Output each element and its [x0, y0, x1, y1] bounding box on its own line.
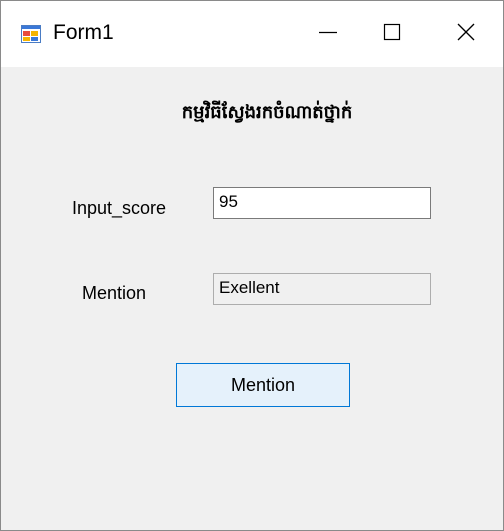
winforms-app-icon [21, 25, 41, 43]
form-client-area: កម្មវិធីស្វែងរកចំណាត់ថ្នាក់ Input_score … [1, 67, 503, 530]
maximize-button[interactable] [357, 1, 427, 67]
form-heading: កម្មវិធីស្វែងរកចំណាត់ថ្នាក់ [181, 102, 353, 123]
minimize-icon [318, 22, 338, 46]
score-input[interactable]: 95 [213, 187, 431, 219]
close-button[interactable] [431, 1, 501, 67]
close-icon [456, 22, 476, 46]
minimize-button[interactable] [293, 1, 363, 67]
maximize-icon [382, 22, 402, 46]
mention-button[interactable]: Mention [176, 363, 350, 407]
mention-label: Mention [82, 283, 147, 303]
input-score-label: Input_score [72, 198, 167, 218]
window-title: Form1 [53, 21, 114, 44]
form1-window: Form1 កម្មវិធីស្វែងរកចំណាត់ថ្នាក់ Input_… [0, 0, 504, 531]
title-bar[interactable]: Form1 [1, 1, 503, 67]
mention-output-field: Exellent [213, 273, 431, 305]
